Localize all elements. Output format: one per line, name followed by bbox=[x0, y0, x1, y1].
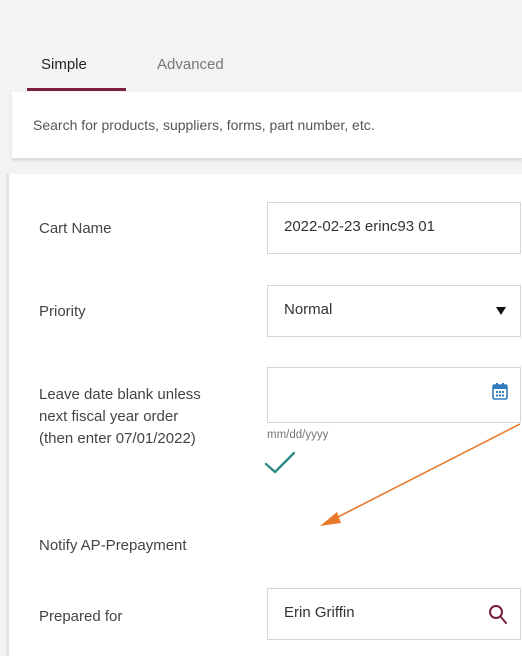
prepared-for-value: Erin Griffin bbox=[284, 604, 355, 621]
date-label-line1: Leave date blank unless bbox=[39, 386, 201, 403]
calendar-icon[interactable] bbox=[492, 382, 508, 400]
search-icon[interactable] bbox=[488, 604, 508, 626]
search-box bbox=[12, 92, 522, 159]
date-label-line2: next fiscal year order bbox=[39, 408, 179, 425]
priority-select[interactable]: Normal bbox=[267, 285, 521, 337]
cart-form-panel: Cart Name 2022-02-23 erinc93 01 Priority… bbox=[6, 174, 522, 656]
date-label: Leave date blank unless next fiscal year… bbox=[39, 384, 201, 450]
tab-advanced[interactable]: Advanced bbox=[157, 56, 224, 73]
cart-name-field[interactable]: 2022-02-23 erinc93 01 bbox=[267, 202, 521, 254]
cart-name-value: 2022-02-23 erinc93 01 bbox=[284, 218, 435, 235]
date-format-hint: mm/dd/yyyy bbox=[267, 429, 329, 441]
requisition-form-screen: Simple Advanced Cart Name 2022-02-23 eri… bbox=[0, 0, 522, 656]
date-label-line3: (then enter 07/01/2022) bbox=[39, 430, 196, 447]
notify-ap-prepayment-label: Notify AP-Prepayment bbox=[39, 537, 187, 554]
date-field[interactable] bbox=[267, 367, 521, 423]
search-mode-tabs: Simple Advanced bbox=[0, 0, 522, 92]
tab-simple[interactable]: Simple bbox=[41, 56, 87, 73]
priority-label: Priority bbox=[39, 303, 86, 320]
cart-name-label: Cart Name bbox=[39, 220, 112, 237]
search-input[interactable] bbox=[33, 92, 513, 158]
priority-value: Normal bbox=[284, 301, 333, 318]
prepared-for-label: Prepared for bbox=[39, 608, 123, 625]
dropdown-caret-icon bbox=[496, 307, 506, 315]
active-tab-indicator bbox=[27, 88, 126, 91]
prepared-for-field[interactable]: Erin Griffin bbox=[267, 588, 521, 640]
checkmark-icon[interactable] bbox=[263, 450, 297, 476]
